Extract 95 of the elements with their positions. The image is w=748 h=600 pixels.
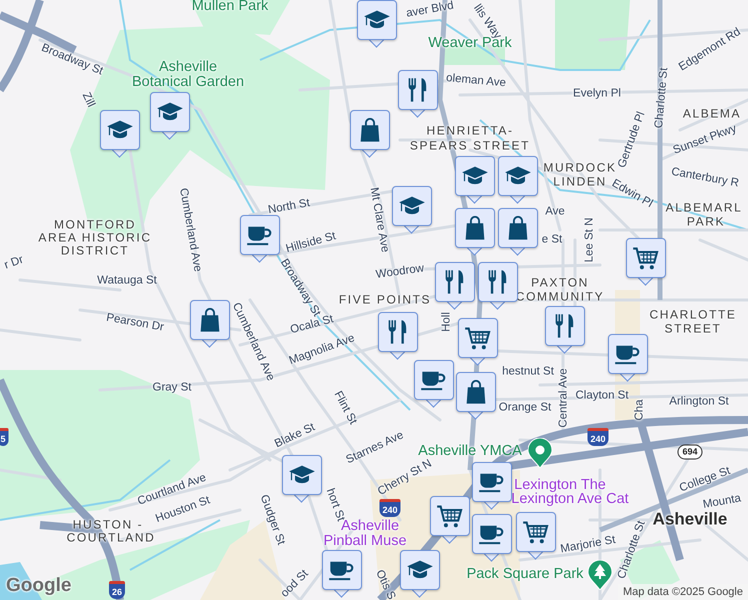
district-label: MONTFORD [54, 218, 136, 232]
shopping-cart-icon [632, 246, 660, 270]
street-label: Flint St [331, 389, 359, 427]
street-label: Sunset Pkwy [672, 122, 738, 158]
street-label: Orange St [498, 402, 552, 414]
map-pin[interactable] [378, 312, 418, 362]
map-pin[interactable] [400, 550, 440, 600]
map-pin[interactable] [608, 334, 648, 384]
street-label: hestnut St [502, 366, 554, 378]
street-label: Marjorie St [560, 534, 616, 556]
map-pin[interactable] [392, 186, 432, 236]
shopping-cart-icon [464, 326, 492, 350]
google-logo: Google [6, 575, 72, 597]
map-pin[interactable] [498, 156, 538, 206]
map-pin[interactable] [357, 0, 397, 50]
place-label: Lexington Ave Cat [511, 492, 629, 508]
map-pin[interactable] [190, 300, 230, 350]
street-label: North St [267, 197, 311, 217]
district-label: COMMUNITY [516, 290, 604, 304]
district-label: AREA HISTORIC [38, 231, 152, 245]
street-label: Gray St [152, 382, 192, 394]
street-label: Blake St [272, 421, 318, 451]
park-label: Botanical Garden [132, 75, 244, 91]
street-label: oleman Ave [446, 72, 506, 90]
map-pin[interactable] [498, 208, 538, 258]
district-label: LINDEN [553, 175, 607, 189]
map-pin[interactable] [626, 238, 666, 288]
street-label: ood St [278, 568, 312, 600]
map-pin[interactable] [456, 372, 496, 422]
district-label: STREET [664, 322, 722, 336]
map-pin[interactable] [458, 318, 498, 368]
district-label: DISTRICT [60, 244, 130, 258]
street-label: e St [542, 234, 562, 246]
map-pin[interactable] [414, 360, 454, 410]
district-label: CHARLOTTE [649, 308, 737, 322]
map-pin[interactable] [398, 70, 438, 120]
map-pin[interactable] [282, 455, 322, 505]
place-label: Lexington The [514, 478, 606, 494]
shopping-cart-icon [522, 520, 550, 544]
map-pin[interactable] [455, 156, 495, 206]
place-label[interactable]: Asheville YMCA [418, 444, 522, 460]
street-label: Central Ave [558, 368, 570, 428]
street-label: Canterbury R [670, 166, 740, 190]
map-pin[interactable] [322, 550, 362, 600]
map-pin[interactable] [472, 462, 512, 512]
map-pin[interactable] [435, 262, 475, 312]
street-label: Pearson Dr [105, 312, 165, 334]
map-pin[interactable] [150, 92, 190, 142]
street-label: Otis S [372, 568, 398, 600]
route-shield: 240 [587, 428, 609, 446]
district-label: MURDOCK [543, 161, 617, 175]
route-shield: 240 [379, 499, 401, 517]
park-label: Asheville [158, 60, 218, 76]
map-pin[interactable] [478, 262, 518, 312]
city-label: Asheville [652, 510, 728, 530]
street-label: Mounta [702, 492, 742, 512]
street-label: Zill [79, 90, 97, 110]
street-label: Woodrow [375, 262, 425, 282]
map-pin[interactable] [350, 110, 390, 160]
street-label: Ave [545, 206, 565, 218]
route-shield: 5 [0, 428, 8, 446]
place-label: Asheville [340, 519, 400, 534]
street-label: Cha [634, 399, 646, 421]
street-label: Hillside St [284, 230, 338, 256]
street-label: Clayton St [575, 390, 629, 402]
map-pin[interactable] [545, 306, 585, 356]
street-label: Evelyn Pl [573, 88, 621, 100]
street-label: r Dr [2, 254, 26, 272]
shopping-cart-icon [436, 504, 464, 528]
street-label: Mt Clare Ave [367, 186, 391, 254]
district-label: PARK [686, 215, 726, 229]
map-pin[interactable] [430, 496, 470, 546]
street-label: Gudger St [257, 493, 287, 547]
tree-marker-icon[interactable] [588, 560, 612, 590]
street-label: aver Blvd [405, 0, 455, 20]
location-marker-icon[interactable] [528, 438, 552, 468]
street-label: Charlotte St [653, 67, 671, 129]
place-label[interactable]: Pack Square Park [466, 567, 584, 583]
street-label: Lee St N [584, 218, 596, 262]
map-pin[interactable] [516, 512, 556, 562]
map-pin[interactable] [240, 215, 280, 265]
street-label: Arlington St [669, 396, 729, 408]
map-pin[interactable] [472, 514, 512, 564]
street-label: Holl [440, 312, 454, 332]
street-label: Cumberland Ave [176, 187, 204, 273]
street-label: College St [678, 464, 732, 495]
place-label: Pinball Muse [324, 534, 406, 550]
map-pin[interactable] [455, 208, 495, 258]
district-label: PAXTON [531, 276, 589, 290]
park-label: Weaver Park [428, 36, 512, 52]
district-label: ALBEMA [682, 107, 742, 121]
street-label: Watauga St [97, 274, 157, 288]
district-label: FIVE POINTS [338, 293, 432, 307]
route-shield: 26 [109, 581, 125, 599]
map-pin[interactable] [100, 110, 140, 160]
